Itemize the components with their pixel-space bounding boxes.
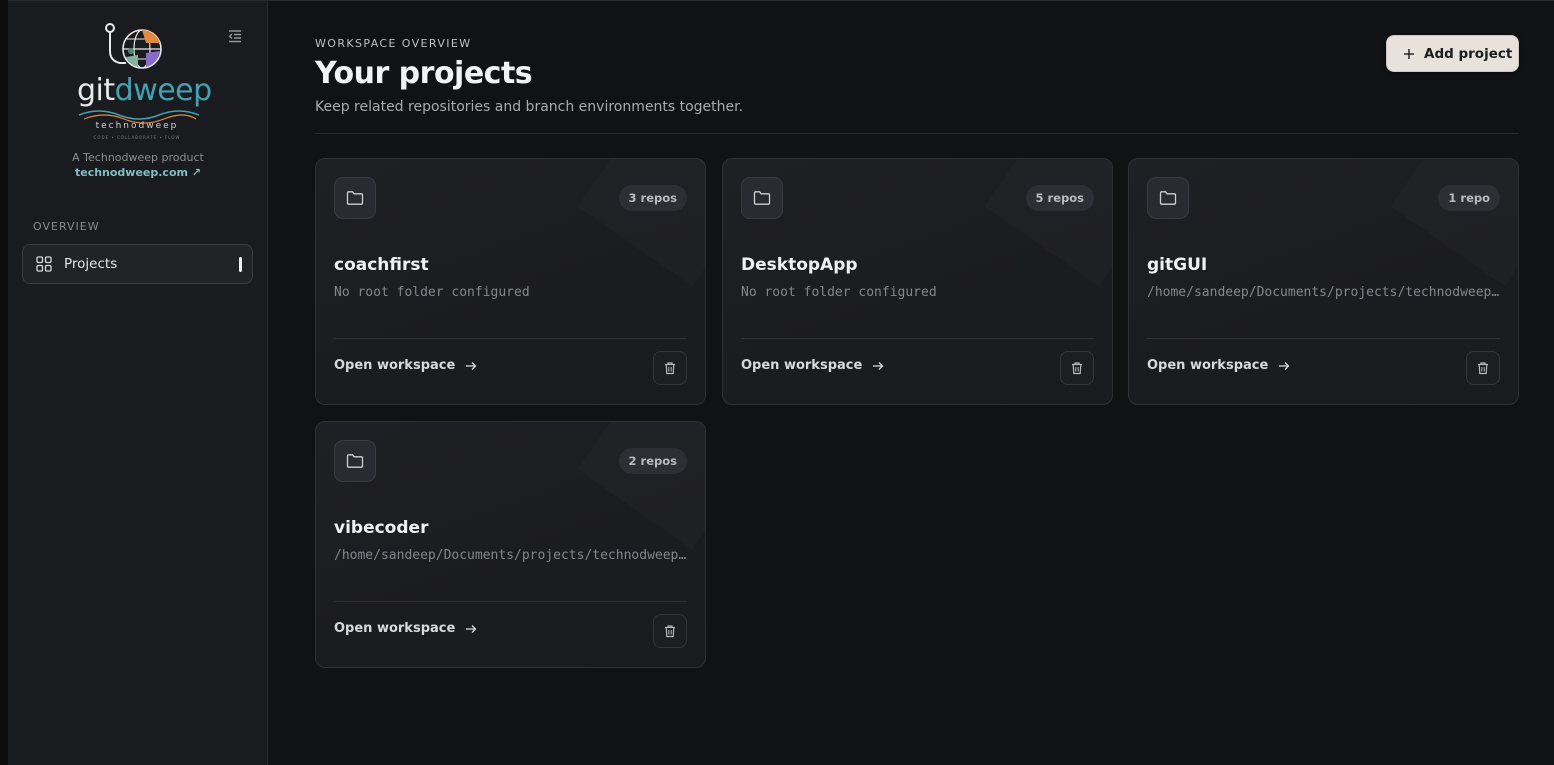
- delete-project-button[interactable]: [1466, 351, 1500, 385]
- folder-icon: [346, 191, 364, 205]
- collapse-sidebar-button[interactable]: [227, 28, 243, 44]
- project-card: 2 repos vibecoder /home/sandeep/Document…: [315, 421, 706, 668]
- project-path: /home/sandeep/Documents/projects/technod…: [334, 548, 689, 563]
- active-indicator: [239, 257, 242, 272]
- project-name: coachfirst: [334, 255, 429, 275]
- repo-count-badge: 5 repos: [1025, 185, 1094, 211]
- left-edge: [0, 0, 8, 765]
- folder-icon-box: [334, 440, 376, 482]
- folder-icon: [346, 454, 364, 468]
- sidebar-item-label: Projects: [64, 256, 118, 272]
- delete-project-button[interactable]: [1060, 351, 1094, 385]
- project-card: 1 repo gitGUI /home/sandeep/Documents/pr…: [1128, 158, 1519, 405]
- product-text: A Technodweep product: [72, 151, 204, 164]
- folder-icon: [1159, 191, 1177, 205]
- project-path: No root folder configured: [741, 285, 937, 300]
- project-name: DesktopApp: [741, 255, 858, 275]
- logo-dweep: dweep: [114, 73, 213, 108]
- gitdweep-logo: gitdweep technodweep CODE • COLLABORATE …: [74, 21, 212, 143]
- folder-icon-box: [1147, 177, 1189, 219]
- logo-subtitle: technodweep: [95, 121, 179, 131]
- open-workspace-label: Open workspace: [334, 358, 456, 373]
- card-divider: [334, 338, 687, 339]
- arrow-right-icon: [466, 624, 477, 633]
- card-divider: [334, 601, 687, 602]
- sidebar-section-label: OVERVIEW: [33, 220, 100, 233]
- open-workspace-link[interactable]: Open workspace: [334, 621, 477, 636]
- logo-git: git: [77, 73, 115, 108]
- delete-project-button[interactable]: [653, 614, 687, 648]
- arrow-right-icon: [1279, 361, 1290, 370]
- sidebar: gitdweep technodweep CODE • COLLABORATE …: [8, 1, 268, 765]
- project-path: No root folder configured: [334, 285, 530, 300]
- project-name: gitGUI: [1147, 255, 1208, 275]
- product-link[interactable]: technodweep.com ↗: [8, 166, 268, 179]
- page-title: Your projects: [315, 56, 533, 91]
- project-path: /home/sandeep/Documents/projects/technod…: [1147, 285, 1502, 300]
- page-header: WORKSPACE OVERVIEW Your projects Keep re…: [315, 30, 1519, 134]
- sidebar-item-projects[interactable]: Projects: [22, 244, 253, 284]
- folder-icon: [753, 191, 771, 205]
- open-workspace-link[interactable]: Open workspace: [741, 358, 884, 373]
- add-project-label: Add project: [1424, 45, 1513, 62]
- delete-project-button[interactable]: [653, 351, 687, 385]
- page-description: Keep related repositories and branch env…: [315, 99, 744, 115]
- repo-count-badge: 3 repos: [618, 185, 687, 211]
- project-card: 3 repos coachfirst No root folder config…: [315, 158, 706, 405]
- folder-icon-box: [334, 177, 376, 219]
- app-window: gitdweep technodweep CODE • COLLABORATE …: [0, 0, 1554, 765]
- plus-icon: [1404, 48, 1414, 59]
- project-card: 5 repos DesktopApp No root folder config…: [722, 158, 1113, 405]
- project-name: vibecoder: [334, 518, 429, 538]
- logo-mark-icon: [105, 23, 162, 69]
- trash-icon: [1478, 362, 1488, 375]
- trash-icon: [665, 362, 675, 375]
- add-project-button[interactable]: Add project: [1386, 35, 1519, 72]
- open-workspace-link[interactable]: Open workspace: [334, 358, 477, 373]
- repo-count-badge: 1 repo: [1438, 185, 1500, 211]
- trash-icon: [1072, 362, 1082, 375]
- folder-icon-box: [741, 177, 783, 219]
- card-divider: [1147, 338, 1500, 339]
- grid-icon: [36, 256, 52, 272]
- collapse-sidebar-icon: [228, 30, 241, 43]
- logo-wordmark: gitdweep: [77, 73, 212, 108]
- page-overline: WORKSPACE OVERVIEW: [315, 37, 472, 50]
- card-divider: [741, 338, 1094, 339]
- arrow-right-icon: [466, 361, 477, 370]
- open-workspace-label: Open workspace: [741, 358, 863, 373]
- trash-icon: [665, 625, 675, 638]
- open-workspace-link[interactable]: Open workspace: [1147, 358, 1290, 373]
- logo-tagline: CODE • COLLABORATE • FLOW: [93, 135, 181, 140]
- open-workspace-label: Open workspace: [1147, 358, 1269, 373]
- arrow-right-icon: [873, 361, 884, 370]
- open-workspace-label: Open workspace: [334, 621, 456, 636]
- repo-count-badge: 2 repos: [618, 448, 687, 474]
